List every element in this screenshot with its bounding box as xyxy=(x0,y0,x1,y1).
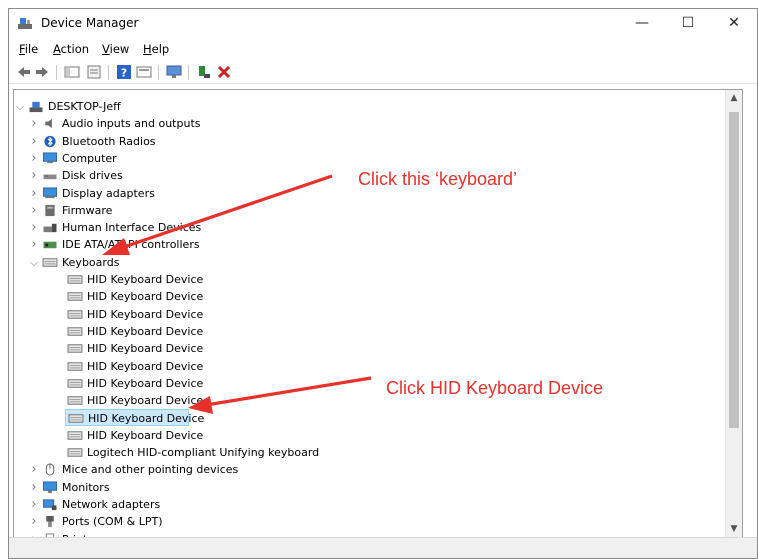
keyboard-icon xyxy=(67,431,83,440)
keyboard-icon xyxy=(67,361,83,371)
keyboard-icon xyxy=(42,258,58,267)
display-adapter-icon xyxy=(43,186,57,198)
vertical-scrollbar[interactable]: ▲ ▼ xyxy=(725,90,742,537)
chevron-right-icon[interactable]: › xyxy=(28,461,40,478)
scrollbar-thumb[interactable] xyxy=(729,112,739,428)
chevron-right-icon[interactable]: › xyxy=(28,513,40,530)
tree-category-label: Monitors xyxy=(62,480,110,494)
chevron-down-icon[interactable]: ⌵ xyxy=(14,98,26,115)
device-tree: ▲ ▼ ⌵ DESKTOP-Jeff › Audio inputs and outpu… xyxy=(13,89,743,538)
tree-root-desktop-label: DESKTOP-Jeff xyxy=(48,100,121,113)
menu-bar: File Action View Help xyxy=(9,39,757,59)
menu-help[interactable]: Help xyxy=(143,42,169,56)
chevron-right-icon[interactable]: › xyxy=(28,185,40,202)
back-arrow-icon[interactable] xyxy=(16,64,32,80)
chevron-right-icon[interactable]: › xyxy=(28,133,40,150)
tree-category-label: Bluetooth Radios xyxy=(62,134,156,148)
menu-action[interactable]: Action xyxy=(53,42,89,56)
annotation-click-hid-device: Click HID Keyboard Device xyxy=(386,378,604,398)
maximize-button[interactable]: ☐ xyxy=(665,9,711,37)
status-bar xyxy=(9,537,757,558)
tree-category-label: IDE ATA/ATAPI controllers xyxy=(62,238,200,252)
computer-icon xyxy=(43,152,57,164)
scroll-up-icon[interactable]: ▲ xyxy=(726,90,742,106)
toolbar: ? xyxy=(9,61,757,84)
close-window-button[interactable]: ✕ xyxy=(711,9,757,37)
keyboard-icon xyxy=(67,327,83,336)
chevron-down-icon[interactable]: ⌵ xyxy=(28,254,40,271)
device-manager-icon xyxy=(18,18,32,29)
tree-category-label: Ports (COM & LPT) xyxy=(62,515,163,529)
keyboard-icon xyxy=(67,379,83,388)
scroll-down-icon[interactable]: ▼ xyxy=(726,521,742,537)
network-adapter-icon xyxy=(43,499,57,510)
update-driver-icon[interactable] xyxy=(196,64,212,80)
window-title: Device Manager xyxy=(41,16,139,30)
firmware-icon xyxy=(45,204,55,216)
tree-device-keyboard-label: HID Keyboard Device xyxy=(87,394,204,408)
keyboard-icon xyxy=(67,448,83,457)
help-icon[interactable]: ? xyxy=(116,64,132,80)
show-hide-tree-icon[interactable] xyxy=(64,64,80,80)
tree-category-label: Human Interface Devices xyxy=(62,221,202,235)
speaker-icon xyxy=(45,119,52,129)
uninstall-device-icon[interactable] xyxy=(216,64,232,80)
bluetooth-icon xyxy=(44,135,56,147)
ide-controller-icon xyxy=(43,242,57,249)
tree-category-label: Firmware xyxy=(62,203,113,217)
monitor-icon xyxy=(43,481,57,493)
chevron-right-icon[interactable]: › xyxy=(28,150,40,167)
svg-text:?: ? xyxy=(121,67,127,80)
properties-icon[interactable] xyxy=(86,64,102,80)
menu-file[interactable]: File xyxy=(19,42,38,56)
tree-device-keyboard-label: HID Keyboard Device xyxy=(87,290,204,304)
keyboard-icon xyxy=(67,396,83,405)
disk-drive-icon xyxy=(43,174,57,180)
annotation-click-keyboard: Click this ‘keyboard’ xyxy=(358,169,518,189)
chevron-right-icon[interactable]: › xyxy=(28,496,40,513)
tree-category-label: Computer xyxy=(62,151,117,165)
action-view-icon[interactable] xyxy=(136,64,152,80)
tree-device-keyboard-label: HID Keyboard Device xyxy=(87,359,204,373)
keyboard-icon xyxy=(67,309,83,319)
keyboard-icon xyxy=(67,344,83,353)
menu-view[interactable]: View xyxy=(102,42,129,56)
tree-category-label: Network adapters xyxy=(62,497,161,511)
chevron-right-icon[interactable]: › xyxy=(28,236,40,253)
tree-device-keyboard-label: HID Keyboard Device xyxy=(87,342,204,356)
tree-device-keyboard-label: Logitech HID-compliant Unifying keyboard xyxy=(87,446,320,459)
hid-icon xyxy=(43,223,57,233)
chevron-right-icon[interactable]: › xyxy=(28,219,40,236)
tree-device-keyboard-label: HID Keyboard Device xyxy=(87,273,204,286)
chevron-right-icon[interactable]: › xyxy=(28,202,40,219)
tree-device-keyboard-label: HID Keyboard Device xyxy=(87,376,204,390)
tree-device-keyboard[interactable]: HID Keyboard Device xyxy=(65,409,204,427)
title-bar: Device Manager — ☐ ✕ xyxy=(9,9,757,37)
tree-category-label: Display adapters xyxy=(62,186,155,200)
minimize-button[interactable]: — xyxy=(619,9,665,37)
tree-category-keyboards-label: Keyboards xyxy=(62,255,120,269)
tree-category-label: Mice and other pointing devices xyxy=(62,463,239,477)
chevron-right-icon[interactable]: › xyxy=(28,167,40,184)
chevron-right-icon[interactable]: › xyxy=(28,479,40,496)
tree-category-label: Disk drives xyxy=(62,169,123,183)
scan-hardware-icon[interactable] xyxy=(166,64,182,80)
mouse-icon xyxy=(45,463,55,476)
keyboard-icon xyxy=(67,292,83,301)
chevron-right-icon[interactable]: › xyxy=(28,115,40,132)
tree-device-keyboard-label: HID Keyboard Device xyxy=(88,412,205,426)
tree-device-keyboard-label: HID Keyboard Device xyxy=(87,428,204,442)
tree-category-label: Audio inputs and outputs xyxy=(62,117,201,131)
keyboard-icon xyxy=(67,275,83,284)
tree-device-keyboard-label: HID Keyboard Device xyxy=(87,324,204,338)
keyboard-icon xyxy=(68,414,84,424)
tree-device-keyboard-label: HID Keyboard Device xyxy=(87,307,204,321)
computer-root-icon xyxy=(29,101,43,113)
device-manager-window: Device Manager — ☐ ✕ File Action View He… xyxy=(8,8,758,559)
forward-arrow-icon[interactable] xyxy=(34,64,50,80)
port-icon xyxy=(46,516,54,528)
